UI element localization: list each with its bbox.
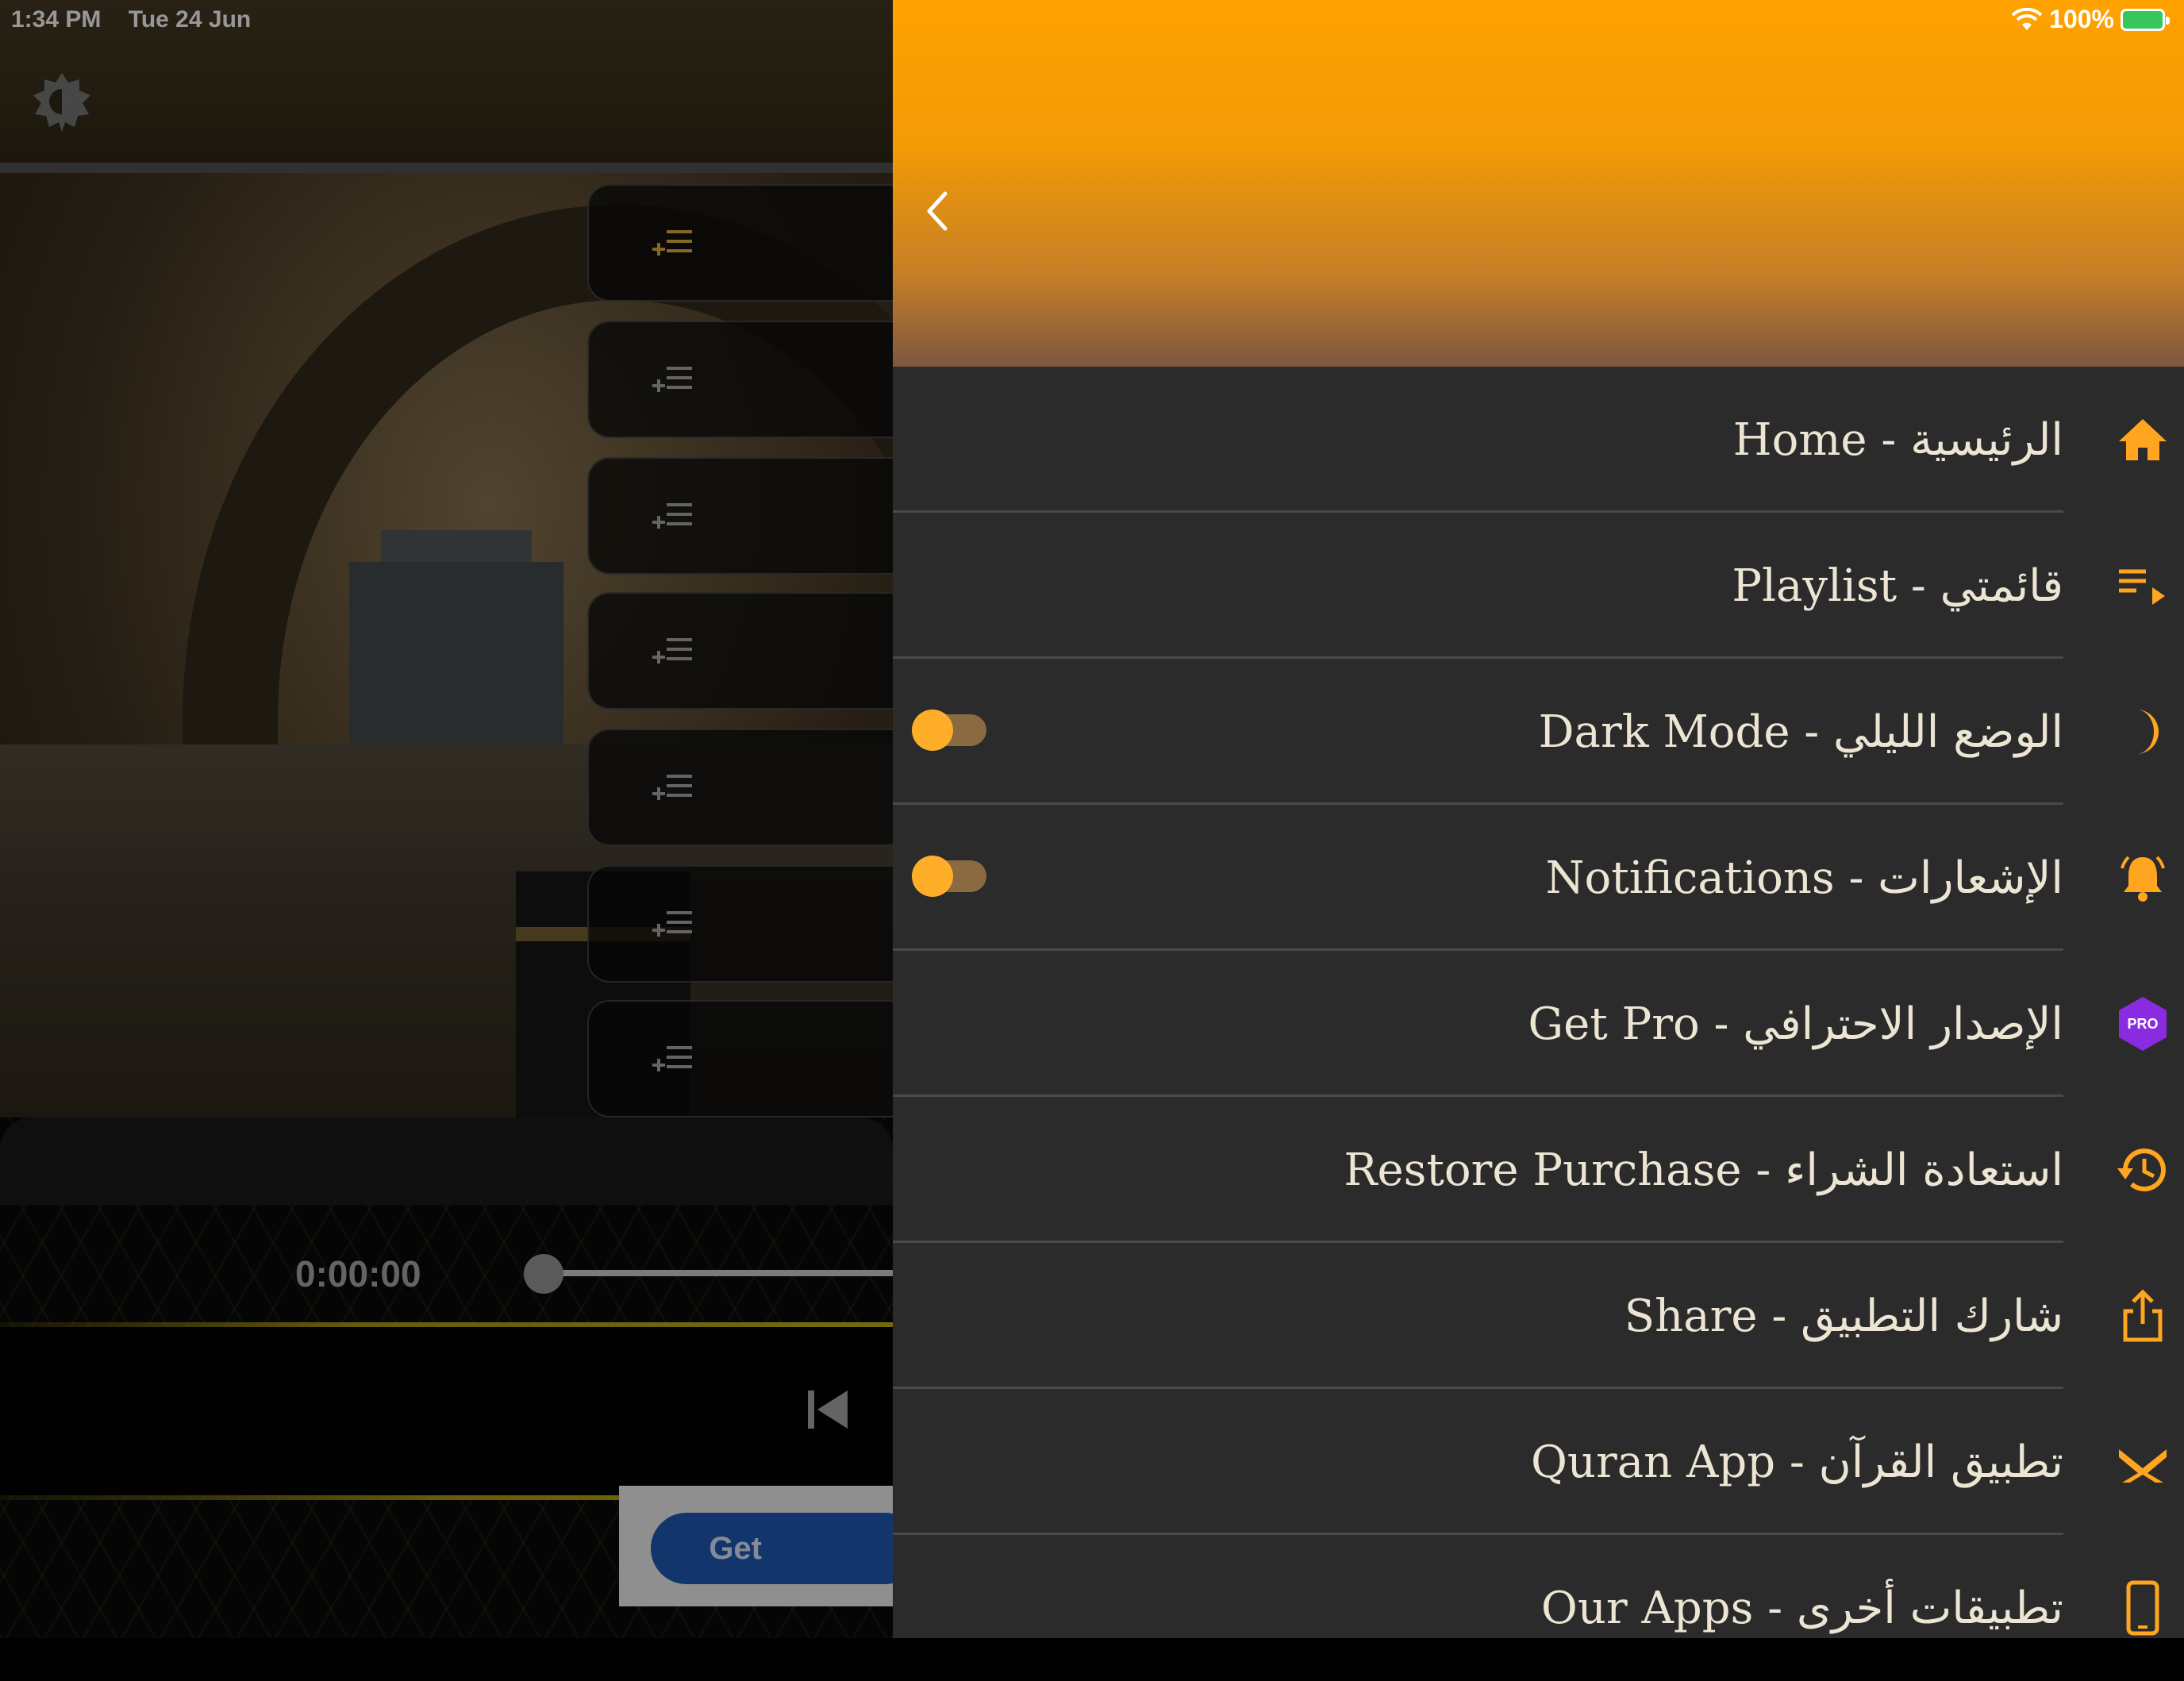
restore-icon bbox=[2117, 1148, 2166, 1192]
menu-item-label: Restore Purchase - استعادة الشراء bbox=[1344, 1144, 2063, 1196]
pro-badge-icon: PRO bbox=[2119, 997, 2167, 1051]
toggle-knob bbox=[912, 856, 953, 897]
menu-item-dark-mode[interactable]: Dark Mode - الوضع الليلي bbox=[893, 659, 2184, 805]
main-app-background: 1:34 PM Tue 24 Jun 0:00:00 Get bbox=[0, 0, 893, 1638]
home-icon bbox=[2119, 419, 2167, 460]
menu-item-label: Home - الرئيسية bbox=[1732, 414, 2063, 466]
menu-item-label: Playlist - قائمتي bbox=[1732, 560, 2063, 612]
svg-text:PRO: PRO bbox=[2127, 1016, 2158, 1032]
playlist-icon bbox=[2119, 569, 2165, 605]
dark-mode-toggle[interactable] bbox=[912, 710, 986, 751]
menu-item-share[interactable]: Share - شارك التطبيق bbox=[893, 1243, 2184, 1389]
battery-icon bbox=[2121, 8, 2170, 31]
menu-item-label: Dark Mode - الوضع الليلي bbox=[1538, 706, 2063, 758]
menu-item-label: Get Pro - الإصدار الاحترافي bbox=[1528, 998, 2063, 1050]
status-bar-right: 100% bbox=[2011, 5, 2170, 34]
menu-item-label: Share - شارك التطبيق bbox=[1624, 1290, 2063, 1342]
toggle-knob bbox=[912, 710, 953, 751]
wifi-icon bbox=[2011, 7, 2043, 30]
drawer-scrim[interactable] bbox=[0, 0, 893, 1638]
menu-item-quran-app[interactable]: Quran App - تطبيق القرآن bbox=[893, 1389, 2184, 1535]
side-drawer: 100% Home - الرئيسية Playlist - قائمتي D… bbox=[893, 0, 2184, 1638]
menu-item-notifications[interactable]: Notifications - الإشعارات bbox=[893, 805, 2184, 951]
share-icon bbox=[2123, 1289, 2163, 1342]
battery-percent: 100% bbox=[2049, 5, 2114, 33]
moon-icon bbox=[2136, 710, 2159, 754]
menu-item-our-apps[interactable]: Our Apps - تطبيقات أخرى bbox=[893, 1535, 2184, 1681]
menu-item-label: Notifications - الإشعارات bbox=[1545, 852, 2063, 904]
menu-item-playlist[interactable]: Playlist - قائمتي bbox=[893, 513, 2184, 659]
back-chevron-icon[interactable] bbox=[918, 187, 958, 235]
phone-icon bbox=[2126, 1580, 2159, 1636]
bell-icon bbox=[2121, 856, 2165, 902]
notifications-toggle[interactable] bbox=[912, 856, 986, 897]
menu-item-get-pro[interactable]: Get Pro - الإصدار الاحترافي PRO bbox=[893, 951, 2184, 1097]
menu-item-home[interactable]: Home - الرئيسية bbox=[893, 367, 2184, 513]
menu-item-label: Our Apps - تطبيقات أخرى bbox=[1540, 1582, 2063, 1634]
drawer-header: 100% bbox=[893, 0, 2184, 367]
menu-item-restore-purchase[interactable]: Restore Purchase - استعادة الشراء bbox=[893, 1097, 2184, 1243]
quran-icon bbox=[2119, 1449, 2167, 1483]
menu-item-label: Quran App - تطبيق القرآن bbox=[1530, 1436, 2063, 1488]
